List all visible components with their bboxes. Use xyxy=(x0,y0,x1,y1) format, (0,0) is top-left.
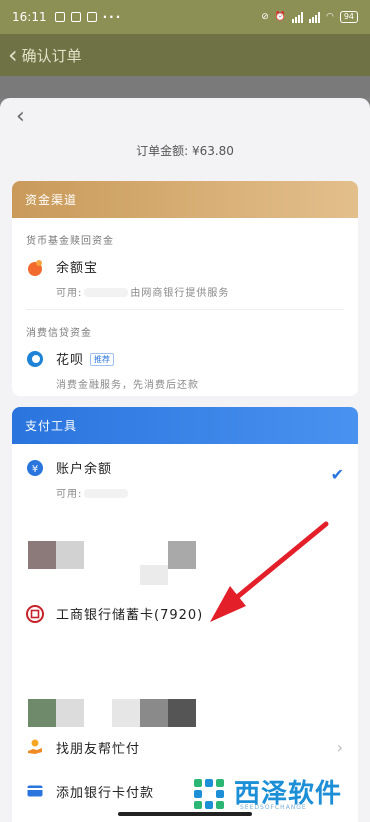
payment-tools-header: 支付工具 xyxy=(12,407,358,444)
watermark-logo-icon xyxy=(194,779,224,809)
dim-overlay xyxy=(0,76,370,98)
background-title: 确认订单 xyxy=(21,46,82,65)
background-header: ‹ 确认订单 xyxy=(0,34,370,76)
notification-icon xyxy=(86,12,97,22)
mosaic-block xyxy=(28,699,56,727)
option-sub: 可用: 由网商银行提供服务 xyxy=(56,284,229,299)
available-label: 可用: xyxy=(56,288,83,299)
notification-icon xyxy=(70,12,81,22)
available-label: 可用: xyxy=(56,489,83,500)
mute-icon: ⊘ xyxy=(261,12,269,22)
status-bar: 16:11 ··· ⊘ ⏰ ◠ 94 xyxy=(0,0,370,34)
option-huabei[interactable]: 花呗 推荐 消费金融服务，先消费后还款 xyxy=(12,339,358,391)
option-find-friend[interactable]: 找朋友帮忙付 › xyxy=(12,730,358,764)
mosaic-block xyxy=(140,565,168,585)
mosaic-block xyxy=(112,699,140,727)
order-amount-label: 订单金额: xyxy=(136,144,189,158)
funds-channel-card: 资金渠道 货币基金赎回资金 余额宝 可用: 由网商银行提供服务 消费信贷资金 花… xyxy=(12,181,358,396)
funds-channel-header: 资金渠道 xyxy=(12,181,358,218)
option-name: 工商银行储蓄卡(7920) xyxy=(56,608,204,623)
redacted-value xyxy=(84,288,129,297)
signal-icon xyxy=(308,11,320,23)
signal-icon xyxy=(291,11,303,23)
option-name: 余额宝 xyxy=(56,261,99,276)
option-name: 账户余额 xyxy=(56,462,113,477)
more-notifications-icon: ··· xyxy=(102,10,123,24)
service-note: 由网商银行提供服务 xyxy=(130,288,230,299)
option-yuebao[interactable]: 余额宝 可用: 由网商银行提供服务 xyxy=(12,247,358,299)
mosaic-block xyxy=(168,541,196,569)
option-sub: 消费金融服务，先消费后还款 xyxy=(56,380,199,391)
mosaic-block xyxy=(168,699,196,727)
status-time: 16:11 xyxy=(12,10,47,24)
mosaic-block xyxy=(56,699,84,727)
section-label: 货币基金赎回资金 xyxy=(26,236,114,247)
section-label: 消费信贷资金 xyxy=(26,328,92,339)
notification-icon xyxy=(54,12,65,22)
back-chevron-icon[interactable]: ‹ xyxy=(8,43,18,67)
yuebao-icon xyxy=(28,260,42,276)
wifi-icon: ◠ xyxy=(325,12,334,22)
mosaic-block xyxy=(56,541,84,569)
mosaic-block xyxy=(28,541,56,569)
option-name: 添加银行卡付款 xyxy=(56,785,155,801)
option-icbc-card[interactable]: 工商银行储蓄卡(7920) xyxy=(12,604,358,623)
redacted-option[interactable] xyxy=(12,639,358,734)
alarm-icon: ⏰ xyxy=(274,12,286,22)
option-sub: 可用: xyxy=(56,485,130,500)
icbc-icon xyxy=(26,605,44,623)
mosaic-block xyxy=(140,699,168,727)
order-amount-value: ¥63.80 xyxy=(191,144,234,158)
chevron-right-icon: › xyxy=(336,737,344,757)
recommend-badge: 推荐 xyxy=(90,353,115,366)
option-name: 找朋友帮忙付 xyxy=(56,741,141,757)
payment-method-sheet: ‹ 订单金额: ¥63.80 资金渠道 货币基金赎回资金 余额宝 可用: 由网商银… xyxy=(0,98,370,822)
option-account-balance[interactable]: ¥ 账户余额 可用: xyxy=(12,444,358,500)
huabei-icon xyxy=(27,351,43,367)
svg-text:¥: ¥ xyxy=(32,464,38,475)
home-indicator xyxy=(118,812,252,816)
option-name: 花呗 推荐 xyxy=(56,349,199,368)
option-name-text: 花呗 xyxy=(56,353,85,368)
order-amount: 订单金额: ¥63.80 xyxy=(0,142,370,159)
hand-coin-icon xyxy=(28,739,42,754)
card-icon xyxy=(27,785,43,797)
balance-icon: ¥ xyxy=(27,460,43,476)
watermark: 西泽软件 SEEDSOFCHANGE xyxy=(190,770,360,818)
redacted-value xyxy=(84,489,129,498)
watermark-subtitle: SEEDSOFCHANGE xyxy=(240,804,307,811)
redacted-option[interactable] xyxy=(12,507,358,597)
back-chevron-icon[interactable]: ‹ xyxy=(16,106,25,128)
selected-check-icon: ✔ xyxy=(330,465,344,484)
battery-icon: 94 xyxy=(339,11,358,23)
